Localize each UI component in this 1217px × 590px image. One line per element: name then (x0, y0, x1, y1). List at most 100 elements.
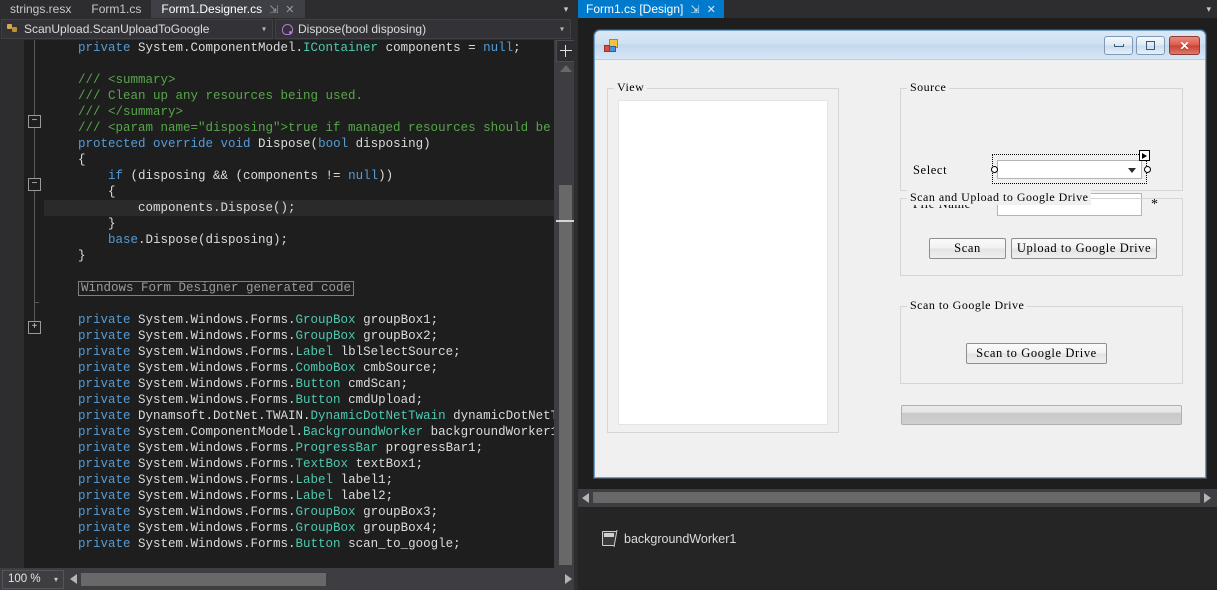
zoom-level-label: 100 % (8, 573, 41, 585)
code-line (44, 56, 554, 72)
triangle-right-icon (1142, 153, 1147, 159)
tab-form1-cs[interactable]: Form1.cs (81, 0, 151, 18)
code-token: Label (296, 473, 334, 487)
scroll-up-arrow-icon[interactable] (560, 65, 572, 72)
close-icon[interactable]: ✕ (285, 3, 294, 16)
code-token: private (48, 361, 138, 375)
horizontal-scrollbar[interactable] (81, 573, 561, 586)
label-select-source: Select (913, 163, 947, 178)
form-client-area[interactable]: View Source Select File Name (595, 60, 1205, 477)
groupbox-view[interactable]: View (607, 88, 839, 433)
class-scope-dropdown[interactable]: ScanUpload.ScanUploadToGoogle ▾ (1, 19, 273, 39)
close-button[interactable]: ✕ (1169, 36, 1200, 55)
tab-label: Form1.cs [Design] (586, 2, 683, 16)
horizontal-scroll-thumb[interactable] (81, 573, 326, 586)
code-token: private (48, 521, 138, 535)
selection-adorner-rect (992, 154, 1147, 184)
tab-label: strings.resx (10, 2, 71, 16)
progress-bar[interactable] (901, 405, 1182, 425)
groupbox-scan-to-google-title: Scan to Google Drive (907, 298, 1027, 313)
code-line: /// Clean up any resources being used. (44, 88, 554, 104)
minimize-button[interactable] (1104, 36, 1133, 55)
maximize-icon (1146, 41, 1155, 50)
chevron-down-icon[interactable]: ▾ (560, 25, 564, 34)
class-icon (6, 22, 20, 36)
close-icon[interactable]: ✕ (707, 3, 716, 16)
scan-to-google-drive-button[interactable]: Scan to Google Drive (966, 343, 1107, 364)
maximize-button[interactable] (1136, 36, 1165, 55)
vertical-scroll-thumb[interactable] (559, 185, 572, 565)
member-scope-dropdown[interactable]: Dispose(bool disposing) ▾ (275, 19, 571, 39)
designer-tab-strip: Form1.cs [Design] ⇲ ✕ ▾ (578, 0, 1217, 18)
upload-to-google-drive-button[interactable]: Upload to Google Drive (1011, 238, 1157, 259)
scan-button[interactable]: Scan (929, 238, 1006, 259)
smart-tag-button[interactable] (1139, 150, 1150, 161)
chevron-down-icon[interactable]: ▾ (1206, 0, 1211, 18)
code-token: DynamicDotNetTwain (311, 409, 446, 423)
scroll-left-arrow-icon[interactable] (70, 574, 77, 584)
code-token: private (48, 489, 138, 503)
code-line: private System.Windows.Forms.Label lblSe… (44, 344, 554, 360)
resize-handle-left[interactable] (991, 166, 998, 173)
code-token: System.Windows.Forms. (138, 441, 296, 455)
editor-bottom-bar: 100 % ▾ (0, 568, 578, 590)
code-token: System.Windows.Forms. (138, 521, 296, 535)
code-token: /// <summary> (48, 73, 176, 87)
chevron-down-icon[interactable]: ▾ (262, 25, 266, 34)
tab-form1-design[interactable]: Form1.cs [Design] ⇲ ✕ (578, 0, 724, 18)
design-canvas[interactable]: ✕ View Source Select (578, 18, 1217, 489)
resize-handle-right[interactable] (1144, 166, 1151, 173)
code-token: System.Windows.Forms. (138, 329, 296, 343)
tab-strings-resx[interactable]: strings.resx (0, 0, 81, 18)
code-token: disposing) (348, 137, 431, 151)
fold-collapse-summary[interactable]: − (28, 115, 41, 128)
code-token: private (48, 409, 138, 423)
code-line: private System.Windows.Forms.Button cmdU… (44, 392, 554, 408)
code-line: private System.ComponentModel.IContainer… (44, 40, 554, 56)
code-token: GroupBox (296, 313, 356, 327)
code-token: base (48, 233, 138, 247)
zoom-level-dropdown[interactable]: 100 % ▾ (2, 570, 64, 589)
code-line: private System.Windows.Forms.GroupBox gr… (44, 328, 554, 344)
designer-scroll-track[interactable] (593, 492, 1200, 503)
outlining-margin[interactable]: − − + (24, 40, 44, 568)
code-token: private (48, 457, 138, 471)
split-view-button[interactable] (556, 40, 576, 62)
code-token: ComboBox (296, 361, 356, 375)
fold-collapse-dispose[interactable]: − (28, 178, 41, 191)
tray-item-background-worker[interactable]: backgroundWorker1 (602, 531, 736, 546)
designer-horizontal-scrollbar[interactable] (578, 489, 1217, 506)
code-token: private (48, 345, 138, 359)
code-line: protected override void Dispose(bool dis… (44, 136, 554, 152)
groupbox-scan-upload[interactable]: Scan and Upload to Google Drive (900, 198, 1183, 276)
form-title-bar[interactable]: ✕ (595, 31, 1205, 60)
scroll-right-arrow-icon[interactable] (1204, 493, 1211, 503)
chevron-down-icon[interactable]: ▾ (54, 575, 58, 584)
code-token: System.Windows.Forms. (138, 537, 296, 551)
code-text-area[interactable]: private System.ComponentModel.IContainer… (44, 40, 554, 568)
groupbox-source-title: Source (907, 80, 949, 95)
scroll-right-arrow-icon[interactable] (565, 574, 572, 584)
code-line: /// <summary> (44, 72, 554, 88)
code-token: if (48, 169, 131, 183)
fold-expand-designer-region[interactable]: + (28, 321, 41, 334)
code-token: private (48, 393, 138, 407)
code-token: /// <param name="disposing">true if mana… (48, 121, 554, 135)
code-token: null (483, 41, 513, 55)
tab-form1-designer-cs[interactable]: Form1.Designer.cs ⇲ ✕ (151, 0, 304, 18)
component-tray[interactable]: backgroundWorker1 (578, 506, 1217, 590)
pin-icon[interactable]: ⇲ (269, 3, 278, 16)
pin-icon[interactable]: ⇲ (690, 3, 699, 16)
chevron-down-icon[interactable]: ▾ (558, 0, 574, 18)
code-token: groupBox4; (356, 521, 439, 535)
code-line: private System.Windows.Forms.GroupBox gr… (44, 520, 554, 536)
collapsed-region-placeholder[interactable]: Windows Form Designer generated code (78, 281, 354, 296)
code-token: private (48, 537, 138, 551)
code-token: /// </summary> (48, 105, 183, 119)
code-surface[interactable]: − − + private System.ComponentModel.ICon… (0, 40, 578, 568)
outline-tick (34, 302, 39, 303)
image-viewer-control[interactable] (618, 100, 828, 425)
scroll-left-arrow-icon[interactable] (582, 493, 589, 503)
designer-scroll-thumb[interactable] (593, 492, 1200, 503)
windows-form[interactable]: ✕ View Source Select (594, 30, 1206, 478)
